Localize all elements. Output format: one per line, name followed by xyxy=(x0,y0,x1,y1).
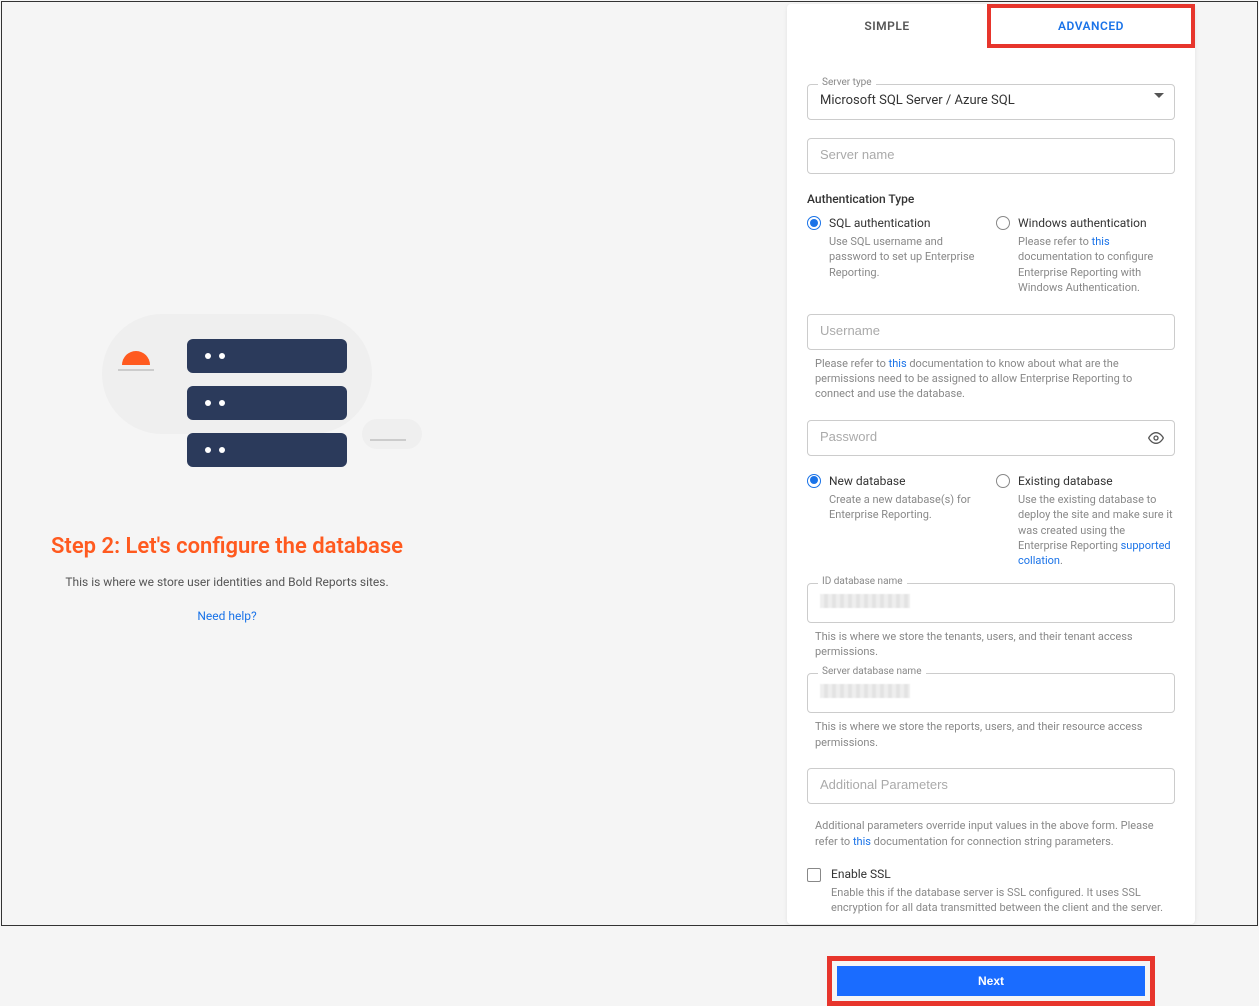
left-panel: Step 2: Let's configure the database Thi… xyxy=(2,2,452,925)
tab-simple[interactable]: SIMPLE xyxy=(787,4,987,48)
additional-params-field[interactable] xyxy=(808,769,1174,800)
config-panel: SIMPLE ADVANCED Server type Microsoft SQ… xyxy=(787,4,1195,924)
radio-checked-icon xyxy=(807,474,821,488)
server-db-hint: This is where we store the reports, user… xyxy=(807,719,1175,750)
form-body: Server type Microsoft SQL Server / Azure… xyxy=(787,48,1195,922)
ssl-title: Enable SSL xyxy=(831,867,1175,881)
id-db-value-redacted xyxy=(820,594,910,608)
existing-db-title: Existing database xyxy=(1018,474,1113,488)
radio-unchecked-icon xyxy=(996,216,1010,230)
username-doc-link[interactable]: this xyxy=(889,357,907,370)
win-auth-desc: Please refer to this documentation to co… xyxy=(1018,234,1175,296)
radio-existing-database[interactable]: Existing database xyxy=(996,474,1175,488)
tab-advanced[interactable]: ADVANCED xyxy=(991,8,1191,44)
server-type-label: Server type xyxy=(818,77,876,88)
next-button[interactable]: Next xyxy=(837,966,1145,996)
eye-icon[interactable] xyxy=(1148,430,1164,450)
radio-unchecked-icon xyxy=(996,474,1010,488)
id-database-input[interactable]: ID database name xyxy=(807,583,1175,623)
step-subtitle: This is where we store user identities a… xyxy=(65,575,388,589)
server-type-value: Microsoft SQL Server / Azure SQL xyxy=(808,85,1174,116)
tabs: SIMPLE ADVANCED xyxy=(787,4,1195,48)
additional-hint: Additional parameters override input val… xyxy=(807,818,1175,849)
enable-ssl-checkbox[interactable]: Enable SSL Enable this if the database s… xyxy=(807,867,1175,916)
server-db-value-redacted xyxy=(820,684,910,698)
server-type-select[interactable]: Server type Microsoft SQL Server / Azure… xyxy=(807,84,1175,120)
id-db-hint: This is where we store the tenants, user… xyxy=(807,629,1175,660)
app-frame: Step 2: Let's configure the database Thi… xyxy=(1,1,1258,926)
sql-auth-title: SQL authentication xyxy=(829,216,930,230)
radio-windows-auth[interactable]: Windows authentication xyxy=(996,216,1175,230)
radio-sql-auth[interactable]: SQL authentication xyxy=(807,216,986,230)
win-auth-title: Windows authentication xyxy=(1018,216,1147,230)
server-illustration xyxy=(42,304,412,504)
password-field[interactable] xyxy=(808,421,1174,452)
additional-doc-link[interactable]: this xyxy=(853,835,871,848)
win-auth-doc-link[interactable]: this xyxy=(1092,235,1110,248)
id-db-label: ID database name xyxy=(818,576,907,587)
new-db-title: New database xyxy=(829,474,906,488)
new-db-desc: Create a new database(s) for Enterprise … xyxy=(829,492,986,523)
username-hint: Please refer to this documentation to kn… xyxy=(807,356,1175,402)
chevron-down-icon xyxy=(1154,93,1164,98)
radio-checked-icon xyxy=(807,216,821,230)
radio-new-database[interactable]: New database xyxy=(807,474,986,488)
help-link[interactable]: Need help? xyxy=(197,609,256,623)
auth-type-label: Authentication Type xyxy=(807,192,1175,206)
existing-db-desc: Use the existing database to deploy the … xyxy=(1018,492,1175,569)
step-title: Step 2: Let's configure the database xyxy=(51,534,403,559)
ssl-desc: Enable this if the database server is SS… xyxy=(831,885,1175,916)
server-name-field[interactable] xyxy=(808,139,1174,170)
server-name-input[interactable] xyxy=(807,138,1175,174)
server-database-input[interactable]: Server database name xyxy=(807,673,1175,713)
password-input[interactable] xyxy=(807,420,1175,456)
next-highlight: Next xyxy=(827,956,1155,1006)
sql-auth-desc: Use SQL username and password to set up … xyxy=(829,234,986,280)
checkbox-unchecked-icon xyxy=(807,868,821,882)
additional-params-input[interactable] xyxy=(807,768,1175,804)
server-db-label: Server database name xyxy=(818,666,926,677)
username-field[interactable] xyxy=(808,315,1174,346)
username-input[interactable] xyxy=(807,314,1175,350)
